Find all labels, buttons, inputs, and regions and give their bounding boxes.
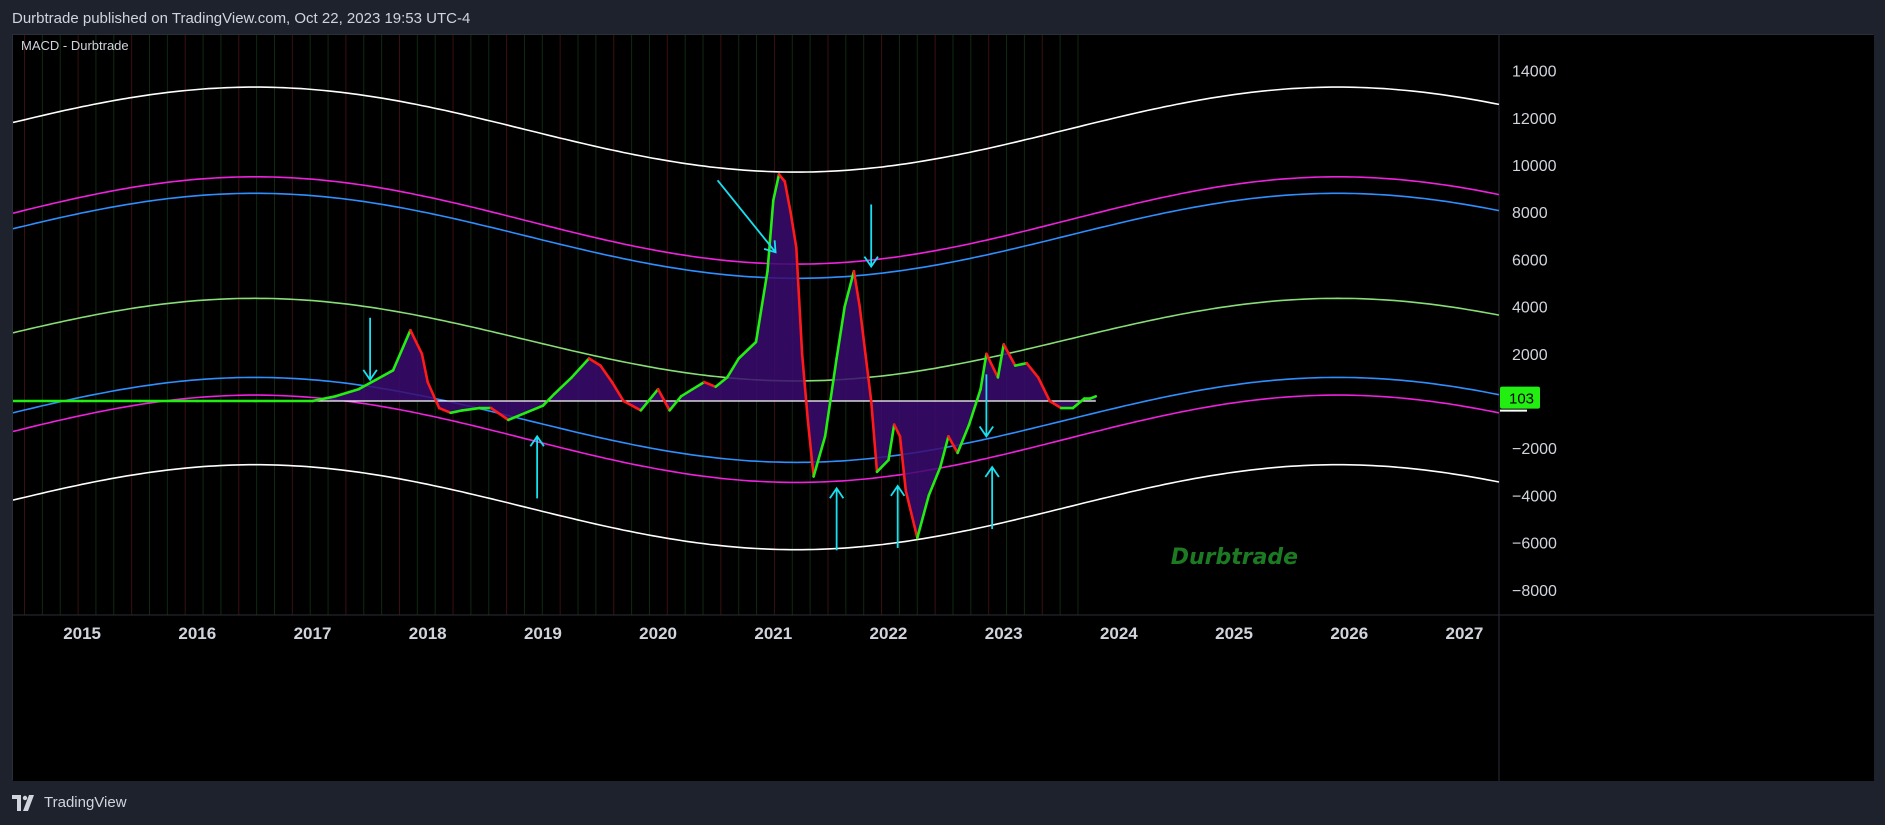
y-tick-label: −8000: [1512, 583, 1557, 600]
x-tick-label: 2015: [63, 624, 101, 643]
y-tick-label: 2000: [1512, 347, 1548, 364]
x-tick-label: 2017: [294, 624, 332, 643]
footer: TradingView: [12, 794, 127, 811]
watermark-text: Durbtrade: [1171, 545, 1298, 570]
macd-chart[interactable]: MACD - Durbtrade Durbtrade 14000 12000 10000…: [13, 35, 1874, 781]
y-tick-label: 4000: [1512, 300, 1548, 317]
x-tick-label: 2024: [1100, 624, 1138, 643]
x-tick-label: 2016: [178, 624, 216, 643]
y-tick-label: 8000: [1512, 205, 1548, 222]
last-value-label: 103: [1509, 391, 1534, 408]
chart-pane[interactable]: MACD - Durbtrade Durbtrade 14000 12000 10000…: [12, 34, 1874, 781]
publication-info: Durbtrade published on TradingView.com, …: [12, 10, 471, 27]
x-tick-label: 2025: [1215, 624, 1253, 643]
x-tick-label: 2022: [870, 624, 908, 643]
x-tick-label: 2021: [754, 624, 792, 643]
y-tick-label: 12000: [1512, 111, 1557, 128]
x-tick-label: 2019: [524, 624, 562, 643]
x-tick-label: 2018: [409, 624, 447, 643]
x-tick-label: 2020: [639, 624, 677, 643]
y-tick-label: 14000: [1512, 64, 1557, 81]
x-tick-label: 2027: [1446, 624, 1484, 643]
y-tick-label: −6000: [1512, 536, 1557, 553]
y-tick-label: 10000: [1512, 158, 1557, 175]
x-tick-label: 2023: [985, 624, 1023, 643]
tradingview-brand: TradingView: [44, 794, 127, 811]
tradingview-logo-icon: [12, 794, 34, 811]
y-tick-label: −4000: [1512, 488, 1557, 505]
y-tick-label: 6000: [1512, 252, 1548, 269]
y-tick-label: −2000: [1512, 441, 1557, 458]
x-tick-label: 2026: [1330, 624, 1368, 643]
indicator-title: MACD - Durbtrade: [21, 38, 129, 53]
